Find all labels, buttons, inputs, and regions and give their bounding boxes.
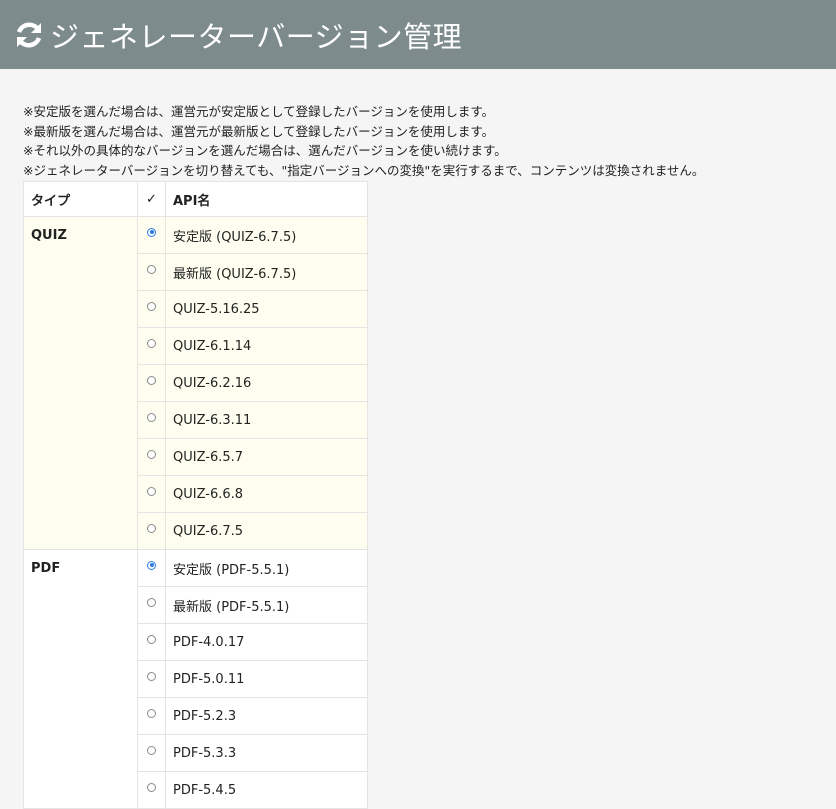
api-name-cell: PDF-4.0.17 <box>165 623 368 661</box>
radio-cell <box>137 623 166 661</box>
version-radio[interactable] <box>147 412 156 422</box>
note-stable: ※安定版を選んだ場合は、運営元が安定版として登録したバージョンを使用します。 <box>23 104 495 119</box>
notes: ※安定版を選んだ場合は、運営元が安定版として登録したバージョンを使用します。 ※… <box>23 102 704 180</box>
api-name-cell: PDF-5.2.3 <box>165 697 368 735</box>
api-name-cell: PDF-5.4.5 <box>165 771 368 809</box>
api-name-cell: 安定版 (PDF-5.5.1) <box>165 549 368 587</box>
version-radio[interactable] <box>147 227 156 237</box>
refresh-icon <box>14 20 44 50</box>
version-radio[interactable] <box>147 338 156 348</box>
radio-cell <box>137 327 166 365</box>
radio-cell <box>137 364 166 402</box>
type-cell-pdf: PDF <box>23 549 138 809</box>
note-latest: ※最新版を選んだ場合は、運営元が最新版として登録したバージョンを使用します。 <box>23 123 495 139</box>
version-radio[interactable] <box>147 597 156 607</box>
version-radio[interactable] <box>147 560 156 570</box>
version-radio[interactable] <box>147 782 156 792</box>
version-radio[interactable] <box>147 634 156 644</box>
version-radio[interactable] <box>147 708 156 718</box>
version-radio[interactable] <box>147 301 156 311</box>
version-radio[interactable] <box>147 449 156 459</box>
header-api: API名 <box>165 181 368 217</box>
api-name-cell: QUIZ-6.2.16 <box>165 364 368 402</box>
note-conversion: ※ジェネレーターバージョンを切り替えても、"指定バージョンへの変換"を実行するま… <box>23 162 705 178</box>
api-name-cell: 安定版 (QUIZ-6.7.5) <box>165 216 368 254</box>
version-radio[interactable] <box>147 264 156 274</box>
radio-cell <box>137 401 166 439</box>
api-name-cell: QUIZ-6.6.8 <box>165 475 368 513</box>
version-radio[interactable] <box>147 375 156 385</box>
radio-cell <box>137 216 166 254</box>
api-name-cell: QUIZ-6.5.7 <box>165 438 368 476</box>
table-row: QUIZ 安定版 (QUIZ-6.7.5) <box>23 216 368 550</box>
radio-cell <box>137 438 166 476</box>
api-name-cell: PDF-5.3.3 <box>165 734 368 772</box>
radio-cell <box>137 771 166 809</box>
version-radio[interactable] <box>147 671 156 681</box>
radio-cell <box>137 734 166 772</box>
api-name-cell: QUIZ-6.7.5 <box>165 512 368 550</box>
radio-cell <box>137 290 166 328</box>
api-name-cell: QUIZ-6.1.14 <box>165 327 368 365</box>
api-name-cell: 最新版 (PDF-5.5.1) <box>165 586 368 624</box>
radio-cell <box>137 253 166 291</box>
header-check: ✓ <box>137 181 166 217</box>
radio-cell <box>137 586 166 624</box>
radio-cell <box>137 660 166 698</box>
api-name-cell: QUIZ-6.3.11 <box>165 401 368 439</box>
version-radio[interactable] <box>147 745 156 755</box>
note-specific: ※それ以外の具体的なバージョンを選んだ場合は、選んだバージョンを使い続けます。 <box>23 143 507 158</box>
page-title: ジェネレーターバージョン管理 <box>50 19 463 54</box>
radio-cell <box>137 475 166 513</box>
version-radio[interactable] <box>147 486 156 496</box>
version-radio[interactable] <box>147 523 156 533</box>
page-header: ジェネレーターバージョン管理 <box>0 0 836 69</box>
radio-cell <box>137 549 166 587</box>
table-row: PDF 安定版 (PDF-5.5.1) <box>23 549 368 809</box>
api-name-cell: PDF-5.0.11 <box>165 660 368 698</box>
radio-cell <box>137 697 166 735</box>
api-version-table: タイプ ✓ API名 QUIZ 安定版 (QUIZ-6.7.5) 最新版 (QUIZ… <box>23 181 368 809</box>
api-name-cell: QUIZ-5.16.25 <box>165 290 368 328</box>
header-type: タイプ <box>23 181 138 217</box>
api-name-cell: 最新版 (QUIZ-6.7.5) <box>165 253 368 291</box>
radio-cell <box>137 512 166 550</box>
type-cell-quiz: QUIZ <box>23 216 138 550</box>
